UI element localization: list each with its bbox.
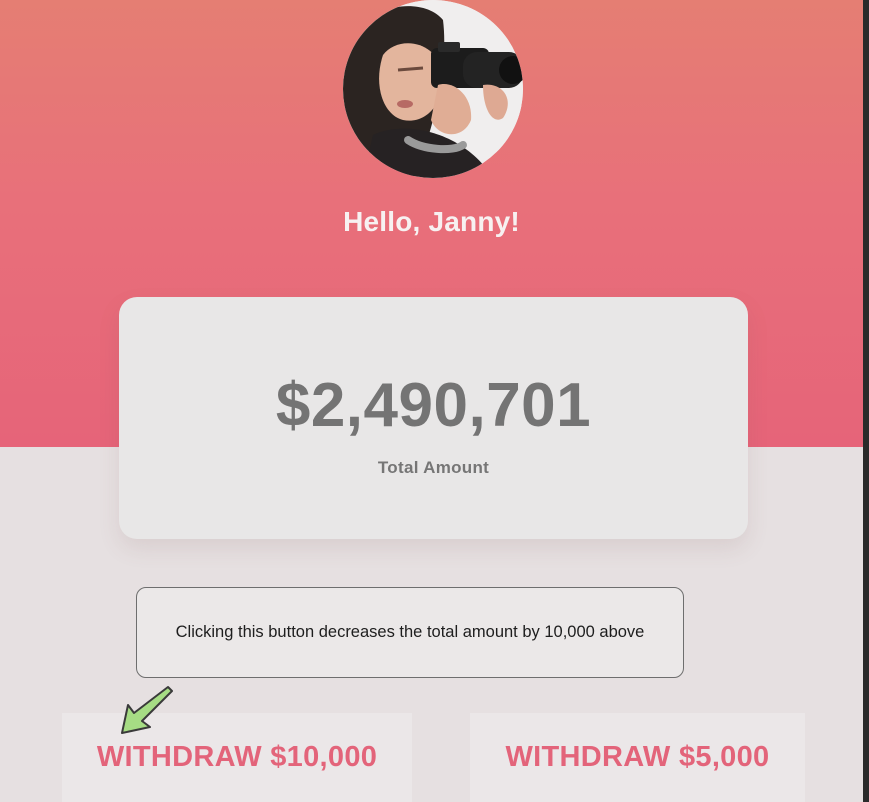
annotation-text: Clicking this button decreases the total… bbox=[175, 623, 645, 641]
withdraw-10000-button[interactable]: WITHDRAW $10,000 bbox=[62, 713, 412, 802]
app-screen: Hello, Janny! $2,490,701 Total Amount Cl… bbox=[0, 0, 869, 802]
avatar bbox=[343, 0, 523, 178]
total-amount-label: Total Amount bbox=[377, 458, 490, 477]
withdraw-10000-label: WITHDRAW $10,000 bbox=[96, 741, 378, 773]
balance-card: $2,490,701 Total Amount bbox=[119, 297, 748, 539]
total-amount-value: $2,490,701 bbox=[275, 371, 592, 440]
withdraw-5000-label: WITHDRAW $5,000 bbox=[505, 741, 770, 773]
arrow-pointer-icon bbox=[121, 686, 173, 734]
greeting-text: Hello, Janny! bbox=[343, 206, 520, 237]
annotation-tooltip: Clicking this button decreases the total… bbox=[136, 587, 684, 678]
avatar-photo-icon bbox=[343, 0, 523, 178]
withdraw-5000-button[interactable]: WITHDRAW $5,000 bbox=[470, 713, 805, 802]
